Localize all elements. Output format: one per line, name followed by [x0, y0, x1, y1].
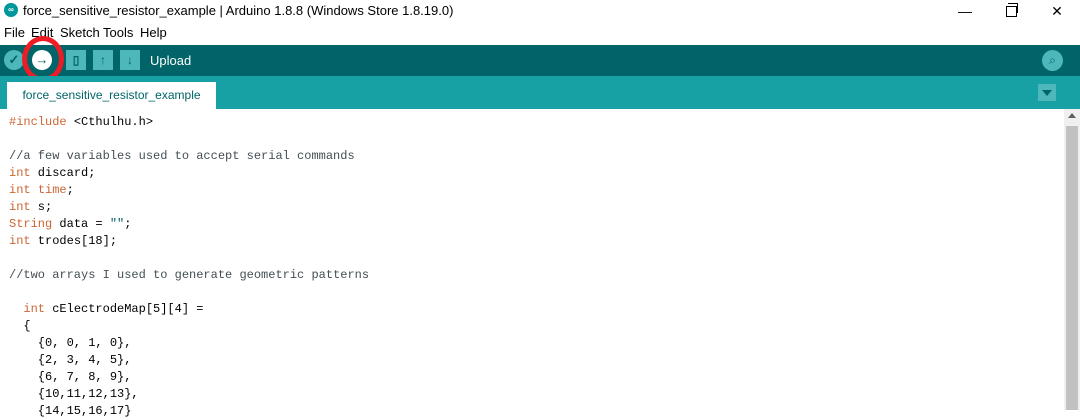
- code-token: {6, 7, 8, 9},: [9, 370, 132, 384]
- menu-file[interactable]: File: [4, 25, 25, 40]
- toolbar-hover-label: Upload: [150, 53, 192, 68]
- code-line: int discard;: [9, 165, 369, 182]
- menu-tools[interactable]: Tools: [103, 25, 133, 40]
- code-token: int: [9, 234, 31, 248]
- maximize-button[interactable]: [988, 0, 1034, 22]
- code-token: {2, 3, 4, 5},: [9, 353, 132, 367]
- code-token: int: [9, 166, 31, 180]
- arrow-up-icon: ↑: [100, 53, 106, 67]
- menu-bar: File Edit Sketch Tools Help: [0, 23, 1080, 43]
- menu-help[interactable]: Help: [140, 25, 167, 40]
- code-token: //a few variables used to accept serial …: [9, 149, 355, 163]
- save-button[interactable]: ↓: [120, 50, 140, 70]
- scroll-up-icon[interactable]: [1068, 113, 1076, 118]
- code-token: {0, 0, 1, 0},: [9, 336, 132, 350]
- code-token: int: [9, 183, 31, 197]
- code-token: ;: [124, 217, 132, 231]
- code-line: int trodes[18];: [9, 233, 369, 250]
- code-token: {: [9, 319, 31, 333]
- code-token: "": [109, 217, 125, 231]
- tab-sketch[interactable]: force_sensitive_resistor_example: [7, 82, 216, 109]
- menu-sketch[interactable]: Sketch: [60, 25, 100, 40]
- check-icon: ✓: [8, 52, 20, 67]
- code-token: int: [23, 302, 46, 316]
- code-line: //two arrays I used to generate geometri…: [9, 267, 369, 284]
- upload-button[interactable]: →: [32, 50, 52, 70]
- code-token: cElectrodeMap[5][4] =: [45, 302, 204, 316]
- code-token: String: [9, 217, 53, 231]
- tab-menu-button[interactable]: [1038, 84, 1056, 101]
- arduino-logo-icon: ∞: [4, 3, 18, 17]
- code-line: #include <Cthulhu.h>: [9, 114, 369, 131]
- arrow-right-icon: →: [35, 52, 49, 67]
- code-token: s;: [30, 200, 53, 214]
- window-title: force_sensitive_resistor_example | Ardui…: [23, 3, 454, 18]
- code-token: {10,11,12,13},: [9, 387, 139, 401]
- code-line: int s;: [9, 199, 369, 216]
- new-file-icon: ▯: [72, 53, 80, 67]
- code-token: <Cthulhu.h>: [73, 115, 154, 129]
- toolbar: ✓ → ▯ ↑ ↓ Upload ⌕: [0, 45, 1080, 76]
- restore-icon: [1005, 3, 1018, 17]
- menu-edit[interactable]: Edit: [31, 25, 53, 40]
- verify-button[interactable]: ✓: [4, 50, 24, 70]
- tab-bar: force_sensitive_resistor_example: [0, 76, 1080, 109]
- close-button[interactable]: ✕: [1034, 0, 1080, 22]
- open-button[interactable]: ↑: [93, 50, 113, 70]
- code-token: data =: [52, 217, 110, 231]
- scroll-thumb[interactable]: [1066, 126, 1078, 410]
- serial-monitor-button[interactable]: ⌕: [1042, 50, 1063, 71]
- code-token: ;: [66, 183, 74, 197]
- code-token: int: [9, 200, 31, 214]
- code-token: discard;: [30, 166, 96, 180]
- code-line: String data = "";: [9, 216, 369, 233]
- code-line: {2, 3, 4, 5},: [9, 352, 369, 369]
- code-line: int time;: [9, 182, 369, 199]
- vertical-scrollbar[interactable]: [1064, 109, 1080, 410]
- code-token: #include: [9, 115, 74, 129]
- code-line: //a few variables used to accept serial …: [9, 148, 369, 165]
- code-token: //two arrays I used to generate geometri…: [9, 268, 370, 282]
- code-text: #include <Cthulhu.h> //a few variables u…: [9, 114, 369, 420]
- minimize-button[interactable]: —: [942, 0, 988, 22]
- code-line: {: [9, 318, 369, 335]
- code-line: {14,15,16,17}: [9, 403, 369, 420]
- code-token: {14,15,16,17}: [9, 404, 132, 418]
- title-bar: ∞ force_sensitive_resistor_example | Ard…: [0, 0, 1080, 22]
- code-line: {6, 7, 8, 9},: [9, 369, 369, 386]
- arrow-down-icon: ↓: [127, 53, 133, 67]
- code-line: {10,11,12,13},: [9, 386, 369, 403]
- code-line: int cElectrodeMap[5][4] =: [9, 301, 369, 318]
- code-token: time: [37, 183, 67, 197]
- new-sketch-button[interactable]: ▯: [66, 50, 86, 70]
- magnifier-icon: ⌕: [1049, 53, 1056, 67]
- code-line: {0, 0, 1, 0},: [9, 335, 369, 352]
- code-editor[interactable]: #include <Cthulhu.h> //a few variables u…: [0, 109, 1064, 418]
- code-token: trodes[18];: [30, 234, 118, 248]
